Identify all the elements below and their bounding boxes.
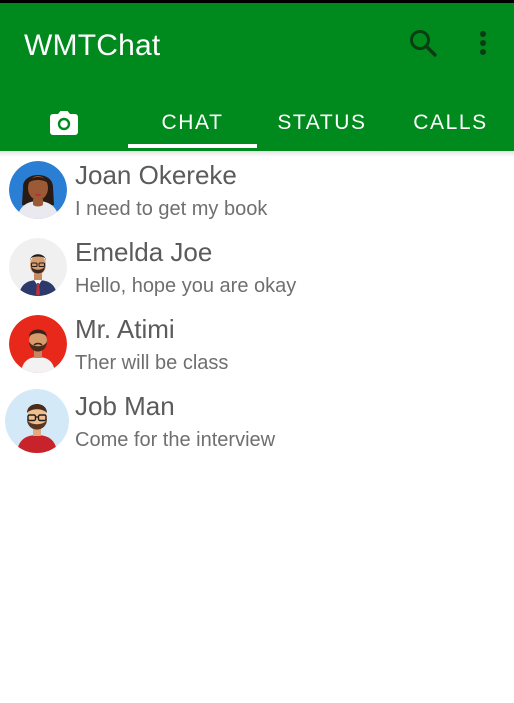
woman-avatar-icon (9, 161, 67, 219)
app-bar: WMTChat CHAT STATUS CALLS (0, 3, 514, 151)
tab-chat[interactable]: CHAT (128, 95, 257, 151)
chat-name: Job Man (75, 391, 175, 421)
chat-name: Emelda Joe (75, 237, 213, 267)
chat-name: Joan Okereke (75, 160, 237, 190)
chat-name: Mr. Atimi (75, 314, 175, 344)
overflow-menu-button[interactable] (470, 25, 496, 61)
tab-camera[interactable] (0, 95, 128, 151)
chat-row-joan-okereke[interactable]: Joan Okereke I need to get my book (0, 158, 514, 235)
businessman-avatar-icon (9, 238, 67, 296)
chat-last-message: I need to get my book (75, 198, 268, 220)
tab-bar: CHAT STATUS CALLS (0, 95, 514, 151)
tab-status[interactable]: STATUS (257, 95, 387, 151)
chat-row-job-man[interactable]: Job Man Come for the interview (0, 389, 514, 466)
more-vert-icon (480, 31, 486, 55)
chat-row-mr-atimi[interactable]: Mr. Atimi Ther will be class (0, 312, 514, 389)
app-bar-shadow (0, 151, 514, 157)
avatar (9, 238, 67, 296)
chat-row-emelda-joe[interactable]: Emelda Joe Hello, hope you are okay (0, 235, 514, 312)
bearded-man-avatar-icon (9, 315, 67, 373)
chat-last-message: Ther will be class (75, 352, 229, 374)
app-title: WMTChat (24, 29, 161, 62)
search-button[interactable] (405, 25, 441, 61)
avatar (5, 389, 69, 453)
avatar (9, 161, 67, 219)
avatar (9, 315, 67, 373)
chat-last-message: Come for the interview (75, 429, 276, 451)
chat-last-message: Hello, hope you are okay (75, 275, 297, 297)
glasses-man-avatar-icon (5, 389, 69, 453)
tab-selected-indicator (128, 144, 257, 148)
tab-calls[interactable]: CALLS (387, 95, 514, 151)
search-icon (410, 30, 437, 57)
camera-icon (50, 111, 78, 135)
